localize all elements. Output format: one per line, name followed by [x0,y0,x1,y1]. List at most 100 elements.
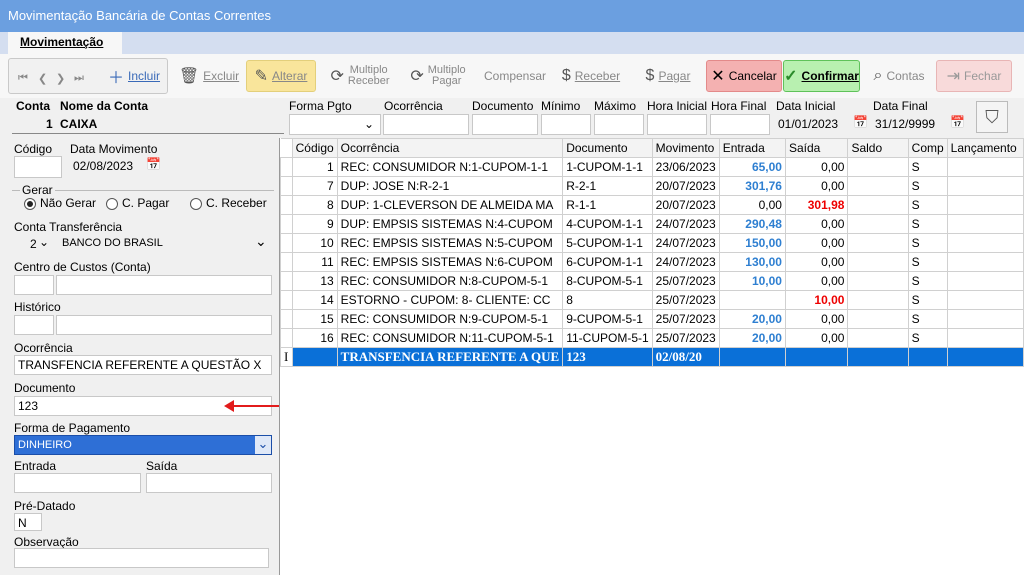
centro-custos-code[interactable] [14,275,54,295]
table-row[interactable]: 14 ESTORNO - CUPOM: 8- CLIENTE: CC 8 25/07/… [280,290,1024,310]
first-record-icon[interactable]: ⏮ [18,72,28,85]
cell-movimento[interactable]: 25/07/2023 [651,309,720,329]
ocorrencia-filter-input[interactable] [383,114,469,135]
observacao-input[interactable] [14,548,269,568]
multiplo-receber-button[interactable]: ⟳ Multiplo Receber [322,60,398,92]
cell-saldo[interactable] [847,157,909,177]
column-header[interactable]: Código [291,138,338,158]
cell-ocorrencia[interactable]: TRANSFENCIA REFERENTE A QUE [336,347,564,367]
maximo-input[interactable] [594,114,644,135]
pre-datado-input[interactable]: N [14,513,42,531]
cell-saida[interactable]: 0,00 [784,214,849,234]
cell-ocorrencia[interactable]: REC: CONSUMIDOR N:1-CUPOM-1-1 [336,157,564,177]
cell-comp[interactable]: S [907,157,948,177]
receber-button[interactable]: $ Receber [554,60,628,92]
cell-documento[interactable]: 11-CUPOM-5-1 [562,328,653,348]
cell-ocorrencia[interactable]: ESTORNO - CUPOM: 8- CLIENTE: CC [336,290,564,310]
editing-row[interactable]: I TRANSFENCIA REFERENTE A QUE 123 02/08/20 [280,347,1024,367]
cell-saida[interactable]: 0,00 [784,233,849,253]
cell-saida[interactable]: 0,00 [784,328,849,348]
cell-codigo[interactable]: 1 [291,157,338,177]
table-row[interactable]: 13 REC: CONSUMIDOR N:8-CUPOM-5-1 8-CUPOM-5… [280,271,1024,291]
cell-entrada[interactable]: 301,76 [718,176,786,196]
cell-codigo[interactable]: 8 [291,195,338,215]
cell-documento[interactable]: 6-CUPOM-1-1 [562,252,653,272]
cell-codigo[interactable]: 7 [291,176,338,196]
cell-ocorrencia[interactable]: DUP: 1-CLEVERSON DE ALMEIDA MA [336,195,564,215]
cell-ocorrencia[interactable]: DUP: EMPSIS SISTEMAS N:4-CUPOM [336,214,564,234]
chevron-down-icon[interactable]: ⌄ [39,235,49,249]
column-header[interactable]: Comp [907,138,948,158]
cell-saida[interactable]: 0,00 [784,271,849,291]
table-row[interactable]: 8 DUP: 1-CLEVERSON DE ALMEIDA MA R-1-1 20/0… [280,195,1024,215]
cell-codigo[interactable]: 14 [291,290,338,310]
cell-documento[interactable]: 9-CUPOM-5-1 [562,309,653,329]
table-row[interactable]: 1 REC: CONSUMIDOR N:1-CUPOM-1-1 1-CUPOM-1-… [280,157,1024,177]
codigo-input[interactable] [14,156,62,178]
cell-documento[interactable]: 8-CUPOM-5-1 [562,271,653,291]
cell-comp[interactable]: S [907,176,948,196]
hora-final-input[interactable] [710,114,770,135]
cell-entrada[interactable] [718,290,786,310]
fechar-button[interactable]: ⇥ Fechar [936,60,1012,92]
cell-movimento[interactable]: 20/07/2023 [651,176,720,196]
alterar-button[interactable]: ✎ Alterar [246,60,316,92]
cell-comp[interactable]: S [907,233,948,253]
table-row[interactable]: 16 REC: CONSUMIDOR N:11-CUPOM-5-1 11-CUPOM… [280,328,1024,348]
multiplo-pagar-button[interactable]: ⟳ Multiplo Pagar [402,60,474,92]
cell-saldo[interactable] [847,214,909,234]
cell-comp[interactable]: S [907,195,948,215]
column-header[interactable]: Ocorrência [336,138,564,158]
compensar-button[interactable]: Compensar [480,60,550,92]
column-header[interactable]: Movimento [651,138,720,158]
cell-comp[interactable]: S [907,214,948,234]
excluir-button[interactable]: 🗑 Excluir [176,60,242,92]
forma-pagamento-select[interactable]: DINHEIRO ⌄ [14,435,272,455]
cell-saldo[interactable] [847,233,909,253]
incluir-button[interactable]: ＋ Incluir [100,60,168,92]
cell-movimento[interactable]: 25/07/2023 [651,290,720,310]
table-row[interactable]: 10 REC: EMPSIS SISTEMAS N:5-CUPOM 5-CUPOM-… [280,233,1024,253]
cell-ocorrencia[interactable]: REC: EMPSIS SISTEMAS N:5-CUPOM [336,233,564,253]
cell-codigo[interactable]: 15 [291,309,338,329]
cell-lancamento[interactable] [946,157,1024,177]
cell-comp[interactable]: S [907,252,948,272]
calendar-icon[interactable]: 📅 [853,115,868,129]
cell-entrada[interactable]: 290,48 [718,214,786,234]
table-row[interactable]: 11 REC: EMPSIS SISTEMAS N:6-CUPOM 6-CUPOM-… [280,252,1024,272]
table-row[interactable]: 9 DUP: EMPSIS SISTEMAS N:4-CUPOM 4-CUPOM-1… [280,214,1024,234]
cell-ocorrencia[interactable]: REC: CONSUMIDOR N:8-CUPOM-5-1 [336,271,564,291]
cell-saldo[interactable] [847,328,909,348]
cell-movimento[interactable]: 25/07/2023 [651,271,720,291]
cell-saida[interactable]: 0,00 [784,309,849,329]
calendar-icon[interactable]: 📅 [146,157,161,171]
historico-text[interactable] [56,315,272,335]
cell-codigo[interactable]: 16 [291,328,338,348]
cell-saida[interactable]: 0,00 [784,157,849,177]
cell-lancamento[interactable] [946,271,1024,291]
cell-lancamento[interactable] [946,252,1024,272]
calendar-icon[interactable]: 📅 [950,115,965,129]
cell-entrada[interactable]: 150,00 [718,233,786,253]
chevron-down-icon[interactable]: ⌄ [255,436,271,454]
table-row[interactable]: 15 REC: CONSUMIDOR N:9-CUPOM-5-1 9-CUPOM-5… [280,309,1024,329]
cell-saldo[interactable] [847,195,909,215]
column-header[interactable]: Saldo [847,138,909,158]
cell-ocorrencia[interactable]: REC: EMPSIS SISTEMAS N:6-CUPOM [336,252,564,272]
cell-documento[interactable]: 123 [562,347,653,367]
data-final-value[interactable]: 31/12/9999 [875,117,935,131]
cell-entrada[interactable]: 130,00 [718,252,786,272]
cell-lancamento[interactable] [946,290,1024,310]
documento-filter-input[interactable] [472,114,538,135]
cell-saida[interactable]: 0,00 [784,176,849,196]
cell-codigo[interactable]: 9 [291,214,338,234]
ocorrencia-input[interactable]: TRANSFENCIA REFERENTE A QUESTÃO X [14,355,272,375]
cell-documento[interactable]: 1-CUPOM-1-1 [562,157,653,177]
cell-saldo[interactable] [847,271,909,291]
cell-lancamento[interactable] [946,309,1024,329]
cell-lancamento[interactable] [946,214,1024,234]
filter-icon[interactable]: ⛉ [976,101,1008,133]
cell-documento[interactable]: 4-CUPOM-1-1 [562,214,653,234]
cancelar-button[interactable]: ✕ Cancelar [706,60,782,92]
cell-saida[interactable]: 0,00 [784,252,849,272]
